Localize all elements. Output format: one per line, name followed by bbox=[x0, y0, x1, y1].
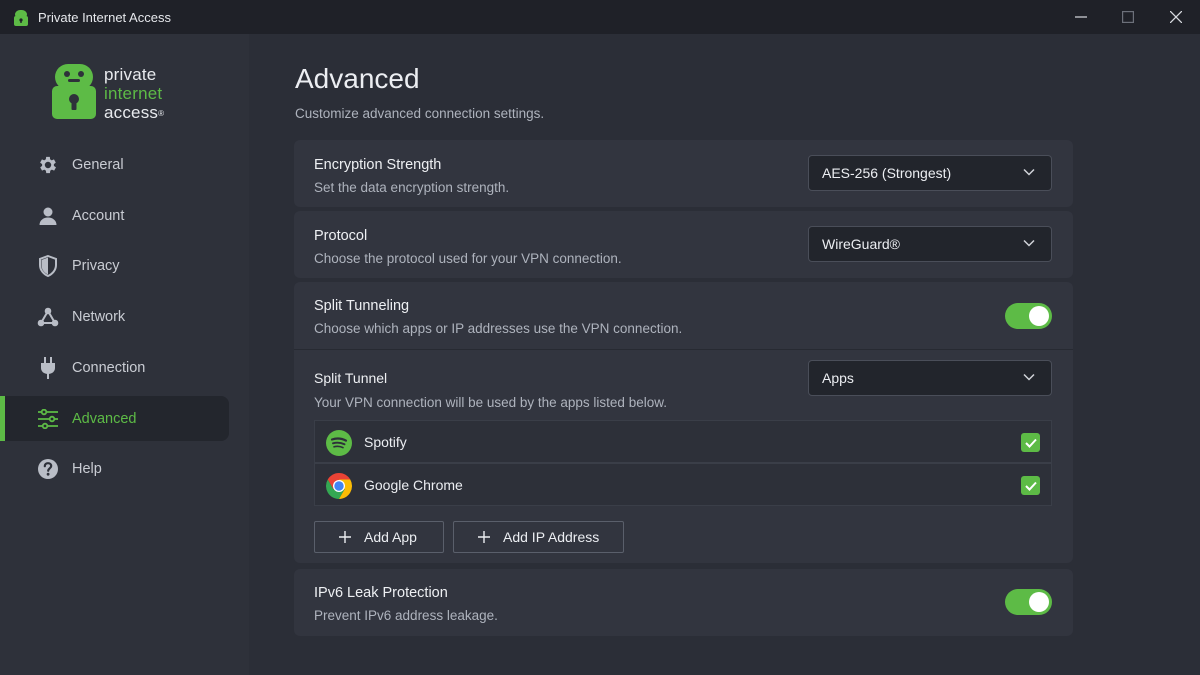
toggle-knob bbox=[1029, 306, 1049, 326]
ipv6-title: IPv6 Leak Protection bbox=[314, 585, 448, 601]
help-icon bbox=[37, 458, 59, 480]
chrome-checkbox[interactable] bbox=[1021, 476, 1040, 495]
gear-icon bbox=[37, 154, 59, 176]
sidebar-item-label: Privacy bbox=[72, 257, 120, 274]
close-button[interactable] bbox=[1153, 0, 1199, 34]
encryption-strength-card: Encryption Strength Set the data encrypt… bbox=[294, 140, 1073, 207]
encryption-select-value: AES-256 (Strongest) bbox=[822, 165, 952, 181]
registered-mark: ® bbox=[158, 109, 165, 118]
person-icon bbox=[37, 205, 59, 227]
title-bar: Private Internet Access bbox=[0, 0, 1200, 34]
sidebar-item-account[interactable]: Account bbox=[0, 193, 229, 238]
chevron-down-icon bbox=[1023, 168, 1035, 176]
chevron-down-icon bbox=[1023, 239, 1035, 247]
sidebar-item-general[interactable]: General bbox=[0, 142, 229, 187]
maximize-button[interactable] bbox=[1105, 0, 1151, 34]
split-tunneling-card: Split Tunneling Choose which apps or IP … bbox=[294, 282, 1073, 563]
protocol-select[interactable]: WireGuard® bbox=[808, 226, 1052, 262]
minimize-icon bbox=[1075, 16, 1087, 18]
pia-app-icon bbox=[14, 10, 28, 26]
chrome-icon bbox=[326, 473, 352, 499]
sidebar-item-label: Connection bbox=[72, 359, 146, 376]
network-icon bbox=[37, 306, 59, 328]
add-ip-address-label: Add IP Address bbox=[503, 529, 600, 545]
checkmark-icon bbox=[1024, 438, 1037, 448]
add-app-button[interactable]: Add App bbox=[314, 521, 444, 553]
minimize-button[interactable] bbox=[1058, 0, 1104, 34]
protocol-card: Protocol Choose the protocol used for yo… bbox=[294, 211, 1073, 278]
chevron-down-icon bbox=[1023, 373, 1035, 381]
encryption-title: Encryption Strength bbox=[314, 157, 442, 173]
sidebar-item-label: General bbox=[72, 156, 124, 173]
app-name: Spotify bbox=[364, 434, 407, 450]
main-content: Advanced Customize advanced connection s… bbox=[249, 34, 1200, 675]
sidebar-item-label: Help bbox=[72, 460, 102, 477]
sidebar-item-connection[interactable]: Connection bbox=[0, 345, 229, 390]
logo-wordmark: private internet access® bbox=[104, 65, 164, 122]
plug-icon bbox=[37, 356, 59, 379]
app-name: Google Chrome bbox=[364, 477, 463, 493]
ipv6-toggle[interactable] bbox=[1005, 589, 1052, 615]
list-item: Spotify bbox=[314, 420, 1052, 463]
logo-line-private: private bbox=[104, 65, 157, 84]
protocol-title: Protocol bbox=[314, 228, 368, 244]
sidebar: private internet access® General Account… bbox=[0, 34, 249, 675]
shield-icon bbox=[37, 254, 59, 277]
checkmark-icon bbox=[1024, 481, 1037, 491]
ipv6-leak-protection-card: IPv6 Leak Protection Prevent IPv6 addres… bbox=[294, 569, 1073, 636]
list-item: Google Chrome bbox=[314, 463, 1052, 506]
logo-line-internet: internet bbox=[104, 84, 163, 103]
split-tunneling-title: Split Tunneling bbox=[314, 298, 410, 314]
sidebar-item-label: Account bbox=[72, 207, 125, 224]
spotify-checkbox[interactable] bbox=[1021, 433, 1040, 452]
sliders-icon bbox=[37, 408, 59, 430]
encryption-select[interactable]: AES-256 (Strongest) bbox=[808, 155, 1052, 191]
sidebar-item-label: Network bbox=[72, 308, 126, 325]
sidebar-item-privacy[interactable]: Privacy bbox=[0, 243, 229, 288]
maximize-icon bbox=[1122, 11, 1134, 23]
page-subtitle: Customize advanced connection settings. bbox=[295, 106, 545, 121]
page-title: Advanced bbox=[295, 63, 420, 94]
plus-icon bbox=[478, 531, 490, 543]
add-ip-address-button[interactable]: Add IP Address bbox=[453, 521, 624, 553]
split-tunneling-description: Choose which apps or IP addresses use th… bbox=[314, 321, 683, 336]
plus-icon bbox=[339, 531, 351, 543]
add-app-label: Add App bbox=[364, 529, 417, 545]
protocol-select-value: WireGuard® bbox=[822, 236, 900, 252]
split-tunneling-toggle[interactable] bbox=[1005, 303, 1052, 329]
close-icon bbox=[1170, 11, 1182, 23]
ipv6-description: Prevent IPv6 address leakage. bbox=[314, 608, 498, 623]
sidebar-item-network[interactable]: Network bbox=[0, 294, 229, 339]
split-tunnel-description: Your VPN connection will be used by the … bbox=[314, 395, 667, 410]
split-tunnel-select[interactable]: Apps bbox=[808, 360, 1052, 396]
divider bbox=[294, 349, 1073, 350]
encryption-description: Set the data encryption strength. bbox=[314, 180, 510, 195]
spotify-icon bbox=[326, 430, 352, 456]
window-title: Private Internet Access bbox=[38, 9, 171, 25]
toggle-knob bbox=[1029, 592, 1049, 612]
split-tunnel-select-value: Apps bbox=[822, 370, 854, 386]
sidebar-item-help[interactable]: Help bbox=[0, 446, 229, 491]
logo-line-access: access® bbox=[104, 103, 164, 122]
sidebar-item-label: Advanced bbox=[72, 410, 137, 427]
logo-access-text: access bbox=[104, 103, 159, 122]
sidebar-item-advanced[interactable]: Advanced bbox=[0, 396, 229, 441]
split-tunnel-title: Split Tunnel bbox=[314, 370, 388, 386]
protocol-description: Choose the protocol used for your VPN co… bbox=[314, 251, 622, 266]
